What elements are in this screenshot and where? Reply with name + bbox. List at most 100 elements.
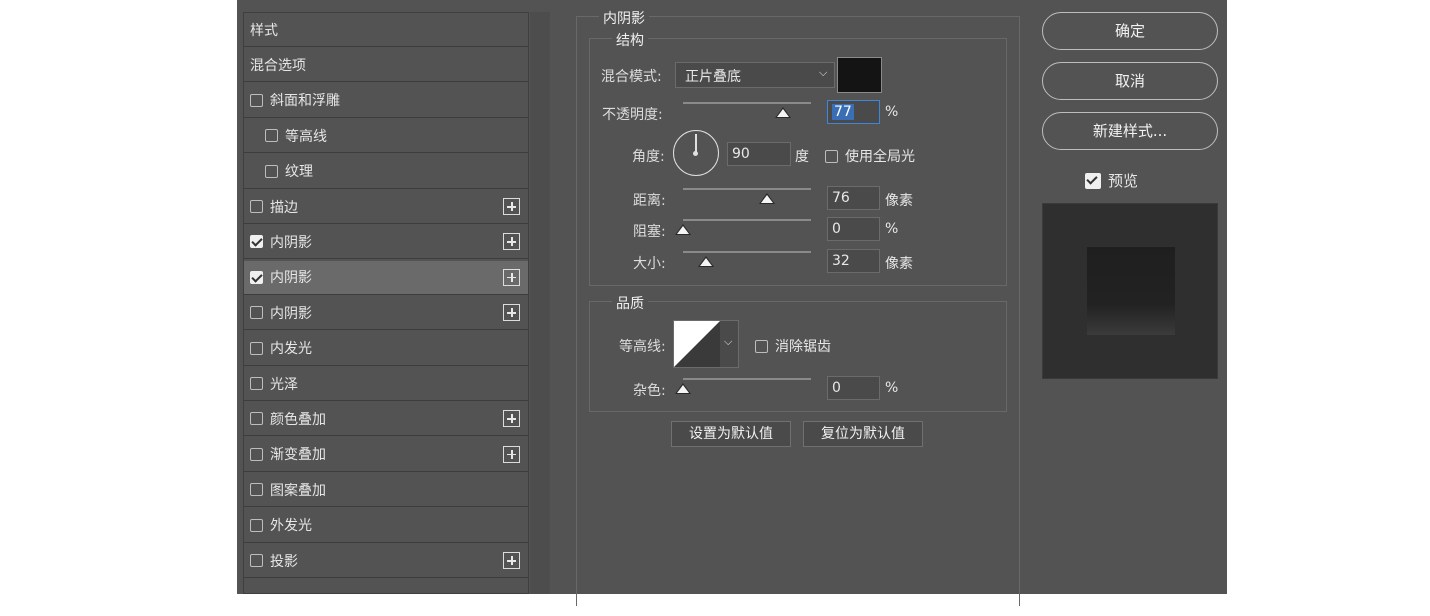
- style-list-item-label: 纹理: [285, 164, 313, 181]
- choke-slider-track[interactable]: [683, 219, 811, 221]
- add-effect-icon[interactable]: [503, 410, 520, 428]
- style-checkbox[interactable]: [265, 164, 278, 178]
- style-list-item[interactable]: 光泽: [244, 367, 528, 401]
- global-light-label: 使用全局光: [845, 149, 915, 165]
- opacity-slider-track[interactable]: [683, 102, 811, 104]
- blend-mode-label: 混合模式:: [601, 69, 662, 85]
- style-list-item-label: 颜色叠加: [270, 411, 326, 428]
- style-list-item[interactable]: 等高线: [244, 119, 528, 154]
- blend-mode-select[interactable]: 正片叠底 ⌵: [675, 62, 835, 88]
- style-checkbox[interactable]: [250, 93, 263, 107]
- contour-label: 等高线:: [619, 339, 666, 355]
- quality-title: 品质: [612, 293, 648, 313]
- style-list-item-label: 渐变叠加: [270, 447, 326, 464]
- style-checkbox[interactable]: [250, 377, 263, 390]
- style-list-item[interactable]: 样式: [244, 13, 528, 47]
- distance-unit: 像素: [885, 193, 913, 209]
- opacity-value: 77: [832, 104, 854, 120]
- add-effect-icon[interactable]: [503, 268, 520, 286]
- blend-mode-value: 正片叠底: [685, 69, 741, 85]
- style-list-item-label: 光泽: [270, 376, 298, 393]
- style-checkbox[interactable]: [250, 412, 263, 426]
- size-slider-track[interactable]: [683, 251, 811, 253]
- style-checkbox[interactable]: [250, 483, 263, 497]
- style-checkbox[interactable]: [250, 447, 263, 461]
- distance-input[interactable]: 76: [827, 186, 880, 210]
- distance-label: 距离:: [633, 193, 666, 209]
- add-effect-icon[interactable]: [503, 552, 520, 569]
- style-checkbox[interactable]: [250, 270, 263, 284]
- antialias-checkbox[interactable]: 消除锯齿: [755, 336, 831, 356]
- style-list-item[interactable]: 外发光: [244, 509, 528, 543]
- angle-input[interactable]: 90: [727, 142, 791, 166]
- new-style-button[interactable]: 新建样式...: [1042, 112, 1218, 150]
- add-effect-icon[interactable]: [503, 198, 520, 215]
- style-list-item[interactable]: 投影: [244, 544, 528, 578]
- style-list-item[interactable]: 纹理: [244, 155, 528, 189]
- distance-slider-track[interactable]: [683, 188, 811, 190]
- noise-input[interactable]: 0: [827, 376, 880, 400]
- chevron-down-icon: ⌵: [819, 66, 828, 79]
- size-label: 大小:: [633, 256, 666, 272]
- style-list-item[interactable]: 内阴影: [244, 296, 528, 331]
- style-list-item[interactable]: 内阴影: [244, 225, 528, 260]
- reset-default-button[interactable]: 复位为默认值: [803, 421, 923, 447]
- styles-list: 样式 混合选项 斜面和浮雕 等高线 纹理 描边 内阴影 内阴影 内阴影 内发光 光泽 颜色叠加 渐变叠加…: [243, 12, 529, 594]
- style-list-item[interactable]: 描边: [244, 190, 528, 224]
- add-effect-icon[interactable]: [503, 233, 520, 251]
- style-list-item-label: 描边: [270, 199, 298, 216]
- antialias-label: 消除锯齿: [775, 339, 831, 355]
- style-checkbox[interactable]: [250, 306, 263, 320]
- style-list-item[interactable]: 混合选项: [244, 48, 528, 83]
- style-list-item[interactable]: 图案叠加: [244, 473, 528, 508]
- preview-swatch: [1087, 247, 1175, 335]
- add-effect-icon[interactable]: [503, 304, 520, 322]
- style-list-item-label: 斜面和浮雕: [270, 93, 340, 110]
- global-light-checkbox-box[interactable]: [825, 149, 838, 163]
- choke-input[interactable]: 0: [827, 217, 880, 241]
- style-list-item[interactable]: 渐变叠加: [244, 438, 528, 472]
- style-checkbox[interactable]: [250, 235, 263, 249]
- style-list-item[interactable]: 内阴影: [244, 260, 528, 295]
- make-default-button[interactable]: 设置为默认值: [671, 421, 791, 447]
- style-checkbox[interactable]: [250, 341, 263, 355]
- style-list-item-label: 内阴影: [270, 270, 312, 287]
- style-list-item[interactable]: 颜色叠加: [244, 402, 528, 437]
- antialias-checkbox-box[interactable]: [755, 339, 768, 353]
- styles-list-scrollbar[interactable]: [530, 12, 550, 594]
- style-list-item-label: 图案叠加: [270, 482, 326, 499]
- add-effect-icon[interactable]: [503, 445, 520, 463]
- choke-label: 阻塞:: [633, 224, 666, 240]
- style-list-item-label: 外发光: [270, 518, 312, 535]
- ok-button[interactable]: 确定: [1042, 12, 1218, 50]
- noise-value: 0: [832, 380, 841, 396]
- size-input[interactable]: 32: [827, 249, 880, 273]
- choke-value: 0: [832, 221, 841, 237]
- angle-dial[interactable]: [673, 130, 719, 176]
- style-list-item-label: 内阴影: [270, 305, 312, 322]
- style-list-item[interactable]: 内发光: [244, 332, 528, 366]
- style-checkbox[interactable]: [250, 518, 263, 532]
- contour-picker[interactable]: ⌵: [673, 320, 739, 368]
- global-light-checkbox[interactable]: 使用全局光: [825, 146, 915, 166]
- style-list-item[interactable]: 斜面和浮雕: [244, 84, 528, 118]
- style-checkbox[interactable]: [265, 129, 278, 143]
- size-unit: 像素: [885, 256, 913, 272]
- opacity-input[interactable]: 77: [827, 100, 880, 124]
- angle-value: 90: [732, 146, 750, 162]
- noise-slider-track[interactable]: [683, 378, 811, 380]
- structure-title: 结构: [612, 30, 648, 50]
- preview-label: 预览: [1108, 172, 1139, 190]
- inner-shadow-title: 内阴影: [599, 8, 649, 28]
- shadow-color-swatch[interactable]: [837, 57, 882, 93]
- preview-checkbox-box[interactable]: [1085, 172, 1101, 189]
- style-list-item-label: 内阴影: [270, 234, 312, 251]
- contour-preview-icon: [674, 321, 720, 367]
- preview-checkbox[interactable]: 预览: [1085, 170, 1138, 191]
- cancel-button[interactable]: 取消: [1042, 62, 1218, 100]
- noise-label: 杂色:: [633, 383, 666, 399]
- style-checkbox[interactable]: [250, 554, 263, 567]
- contour-chevron-down-icon: ⌵: [724, 335, 733, 348]
- style-checkbox[interactable]: [250, 200, 263, 213]
- style-list-item-label: 混合选项: [250, 57, 306, 74]
